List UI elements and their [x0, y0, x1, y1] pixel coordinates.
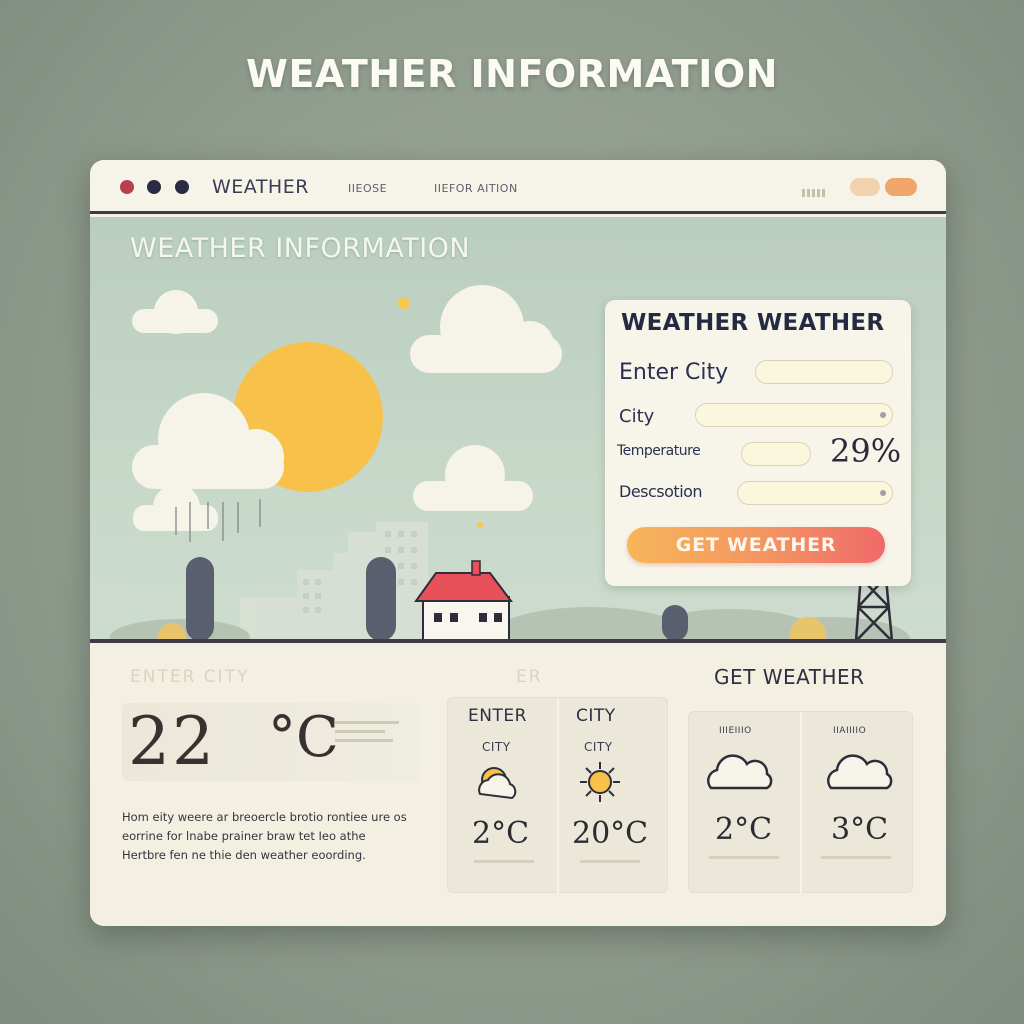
forecast-temperature: 2°C	[715, 812, 773, 847]
forecast-temperature: 3°C	[831, 812, 889, 847]
titlebar: WEATHER IIEOSE IIEFOR AITION	[90, 160, 946, 214]
city-field[interactable]	[695, 403, 893, 427]
nav-link-1[interactable]: IIEOSE	[348, 182, 387, 195]
cloud-icon	[413, 445, 533, 511]
temperature-value: 29%	[830, 432, 902, 470]
form-title: WEATHER WEATHER	[621, 310, 885, 336]
toggle-pill-light[interactable]	[850, 178, 880, 196]
description-field[interactable]	[737, 481, 893, 505]
forecast-label: CITY	[482, 740, 511, 754]
cloud-icon	[132, 290, 218, 334]
forecast-group-heading: GET WEATHER	[714, 665, 865, 689]
current-temperature: 22	[128, 703, 216, 780]
forecast-baseline	[709, 856, 779, 859]
forecast-baseline	[474, 860, 534, 863]
field-indicator-icon	[880, 412, 886, 418]
forecast-label: IIIEIIIO	[719, 726, 752, 736]
forecast-baseline	[580, 860, 640, 863]
sun-icon	[580, 762, 620, 802]
forecast-divider	[557, 698, 559, 894]
current-temperature-unit: °C	[268, 705, 339, 770]
close-window-button[interactable]	[120, 180, 134, 194]
partly-cloudy-icon	[478, 767, 517, 800]
forecast-baseline	[821, 856, 891, 859]
nav-link-2[interactable]: IIEFOR AITION	[434, 182, 518, 195]
enter-city-input[interactable]	[755, 360, 893, 384]
faded-heading: ER	[516, 667, 543, 687]
tree	[366, 557, 396, 641]
app-name: WEATHER	[212, 176, 309, 198]
forecast-heading: ENTER	[468, 706, 527, 726]
city-label: City	[619, 406, 655, 427]
temperature-field[interactable]	[741, 442, 811, 466]
app-window: WEATHER IIEOSE IIEFOR AITION WEATHER INF…	[90, 160, 946, 926]
toggle-pill-accent[interactable]	[885, 178, 917, 196]
maximize-window-button[interactable]	[175, 180, 189, 194]
house-icon	[414, 560, 513, 642]
hero-illustration: WEATHER INFORMATION WEATHER WEATHER Ente…	[90, 217, 946, 643]
field-indicator-icon	[880, 490, 886, 496]
tree	[662, 605, 688, 641]
panel-lines	[335, 721, 399, 748]
forecast-heading: CITY	[576, 706, 616, 726]
forecast-temperature: 2°C	[472, 816, 530, 851]
minimize-window-button[interactable]	[147, 180, 161, 194]
weather-description: Hom eity weere ar breoercle brotio ronti…	[122, 810, 407, 862]
faded-heading: ENTER CITY	[130, 667, 250, 687]
signal-bars-icon	[802, 182, 834, 197]
forecast-label: IIAIIIIO	[833, 726, 867, 736]
forecast-divider	[800, 712, 802, 894]
small-sun-icon	[398, 297, 410, 309]
enter-city-label: Enter City	[619, 360, 729, 385]
tree	[186, 557, 214, 641]
cloud-icon	[707, 754, 773, 790]
forecast-label: CITY	[584, 740, 613, 754]
cloud-icon	[827, 754, 893, 790]
hero-title: WEATHER INFORMATION	[130, 233, 471, 264]
forecast-group: IIIEIIIO 2°C IIAIIIIO 3°C	[688, 711, 913, 894]
description-label: Descsotion	[619, 482, 703, 501]
page-heading: WEATHER INFORMATION	[246, 52, 778, 96]
get-weather-button[interactable]: GET WEATHER	[627, 527, 885, 563]
forecast-temperature: 20°C	[572, 816, 649, 851]
cloud-icon	[410, 285, 562, 373]
weather-form-card: WEATHER WEATHER Enter City City Temperat…	[605, 300, 911, 586]
weather-details-section: ENTER CITY ER 22 °C Hom eity weere ar br…	[90, 643, 946, 926]
temperature-label: Temperature	[617, 443, 701, 459]
forecast-group: ENTER CITY 2°C CITY CITY 20°C	[447, 697, 668, 894]
